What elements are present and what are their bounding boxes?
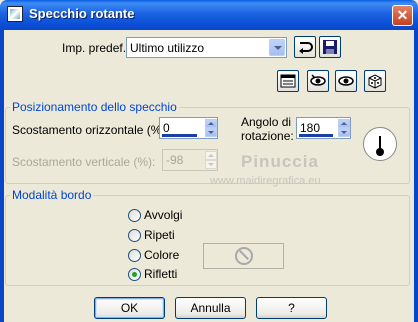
mirror-position-group-title: Posizionamento dello specchio: [10, 100, 179, 114]
eye-toggle-icon: [310, 74, 326, 86]
watermark-title: Pinuccia: [241, 152, 319, 171]
edit-button[interactable]: [277, 70, 299, 92]
preview-button[interactable]: [335, 70, 357, 92]
edge-mode-group: [5, 195, 410, 286]
rotation-angle-field[interactable]: 180: [296, 117, 351, 139]
watermark-subtitle: www.maidiregrafica.eu: [210, 175, 321, 187]
randomize-button[interactable]: [364, 70, 386, 92]
vertical-offset-value: -98: [166, 153, 184, 167]
radio-wrap-label[interactable]: Avvolgi: [144, 208, 182, 222]
window-title: Specchio rotante: [29, 6, 135, 21]
spin-down-icon[interactable]: [338, 128, 350, 137]
radio-reflect[interactable]: [128, 268, 141, 281]
no-color-icon: [235, 247, 253, 265]
chevron-down-icon[interactable]: [269, 39, 285, 56]
dial-hub: [376, 148, 384, 156]
rotation-dial[interactable]: [363, 127, 397, 161]
radio-color[interactable]: [128, 249, 141, 262]
spin-down-icon: [205, 160, 217, 169]
radio-wrap[interactable]: [128, 209, 141, 222]
edit-icon: [280, 74, 296, 88]
save-preset-button[interactable]: [319, 36, 341, 58]
close-button[interactable]: ✕: [392, 5, 413, 26]
horizontal-offset-value: 0: [163, 121, 170, 135]
presets-dropdown[interactable]: Ultimo utilizzo: [126, 37, 287, 58]
radio-repeat[interactable]: [128, 229, 141, 242]
app-icon: [7, 6, 23, 22]
cancel-button[interactable]: Annulla: [175, 297, 246, 319]
presets-label: Imp. predef.:: [62, 41, 130, 55]
spin-up-icon: [205, 151, 217, 160]
spin-up-icon[interactable]: [338, 119, 350, 128]
ok-button[interactable]: OK: [94, 297, 165, 319]
radio-repeat-label[interactable]: Ripeti: [144, 228, 175, 242]
rotation-angle-slider[interactable]: [299, 134, 333, 137]
spin-down-icon[interactable]: [205, 128, 217, 137]
edge-mode-group-title: Modalità bordo: [10, 188, 94, 202]
presets-value: Ultimo utilizzo: [130, 41, 205, 55]
help-button[interactable]: ?: [256, 297, 327, 319]
window-frame-right: [414, 30, 418, 322]
window-frame-left: [0, 30, 4, 322]
rotation-angle-value: 180: [300, 121, 321, 135]
dice-icon: [368, 74, 382, 89]
horizontal-offset-label: Scostamento orizzontale (%):: [12, 123, 169, 137]
rotation-angle-label-2: rotazione:: [241, 129, 294, 143]
vertical-offset-field: -98: [162, 149, 218, 171]
toggle-preview-button[interactable]: [307, 70, 329, 92]
reset-icon: [299, 42, 313, 54]
save-icon: [323, 40, 337, 54]
color-swatch: [203, 243, 284, 269]
horizontal-offset-field[interactable]: 0: [159, 117, 218, 139]
reset-preset-button[interactable]: [294, 36, 316, 58]
eye-icon: [338, 76, 354, 86]
spin-up-icon[interactable]: [205, 119, 217, 128]
radio-color-label[interactable]: Colore: [144, 248, 179, 262]
rotation-angle-label-1: Angolo di: [241, 115, 292, 129]
horizontal-offset-slider[interactable]: [162, 134, 197, 137]
radio-reflect-label[interactable]: Rifletti: [144, 267, 177, 281]
vertical-offset-label: Scostamento verticale (%):: [12, 155, 156, 169]
